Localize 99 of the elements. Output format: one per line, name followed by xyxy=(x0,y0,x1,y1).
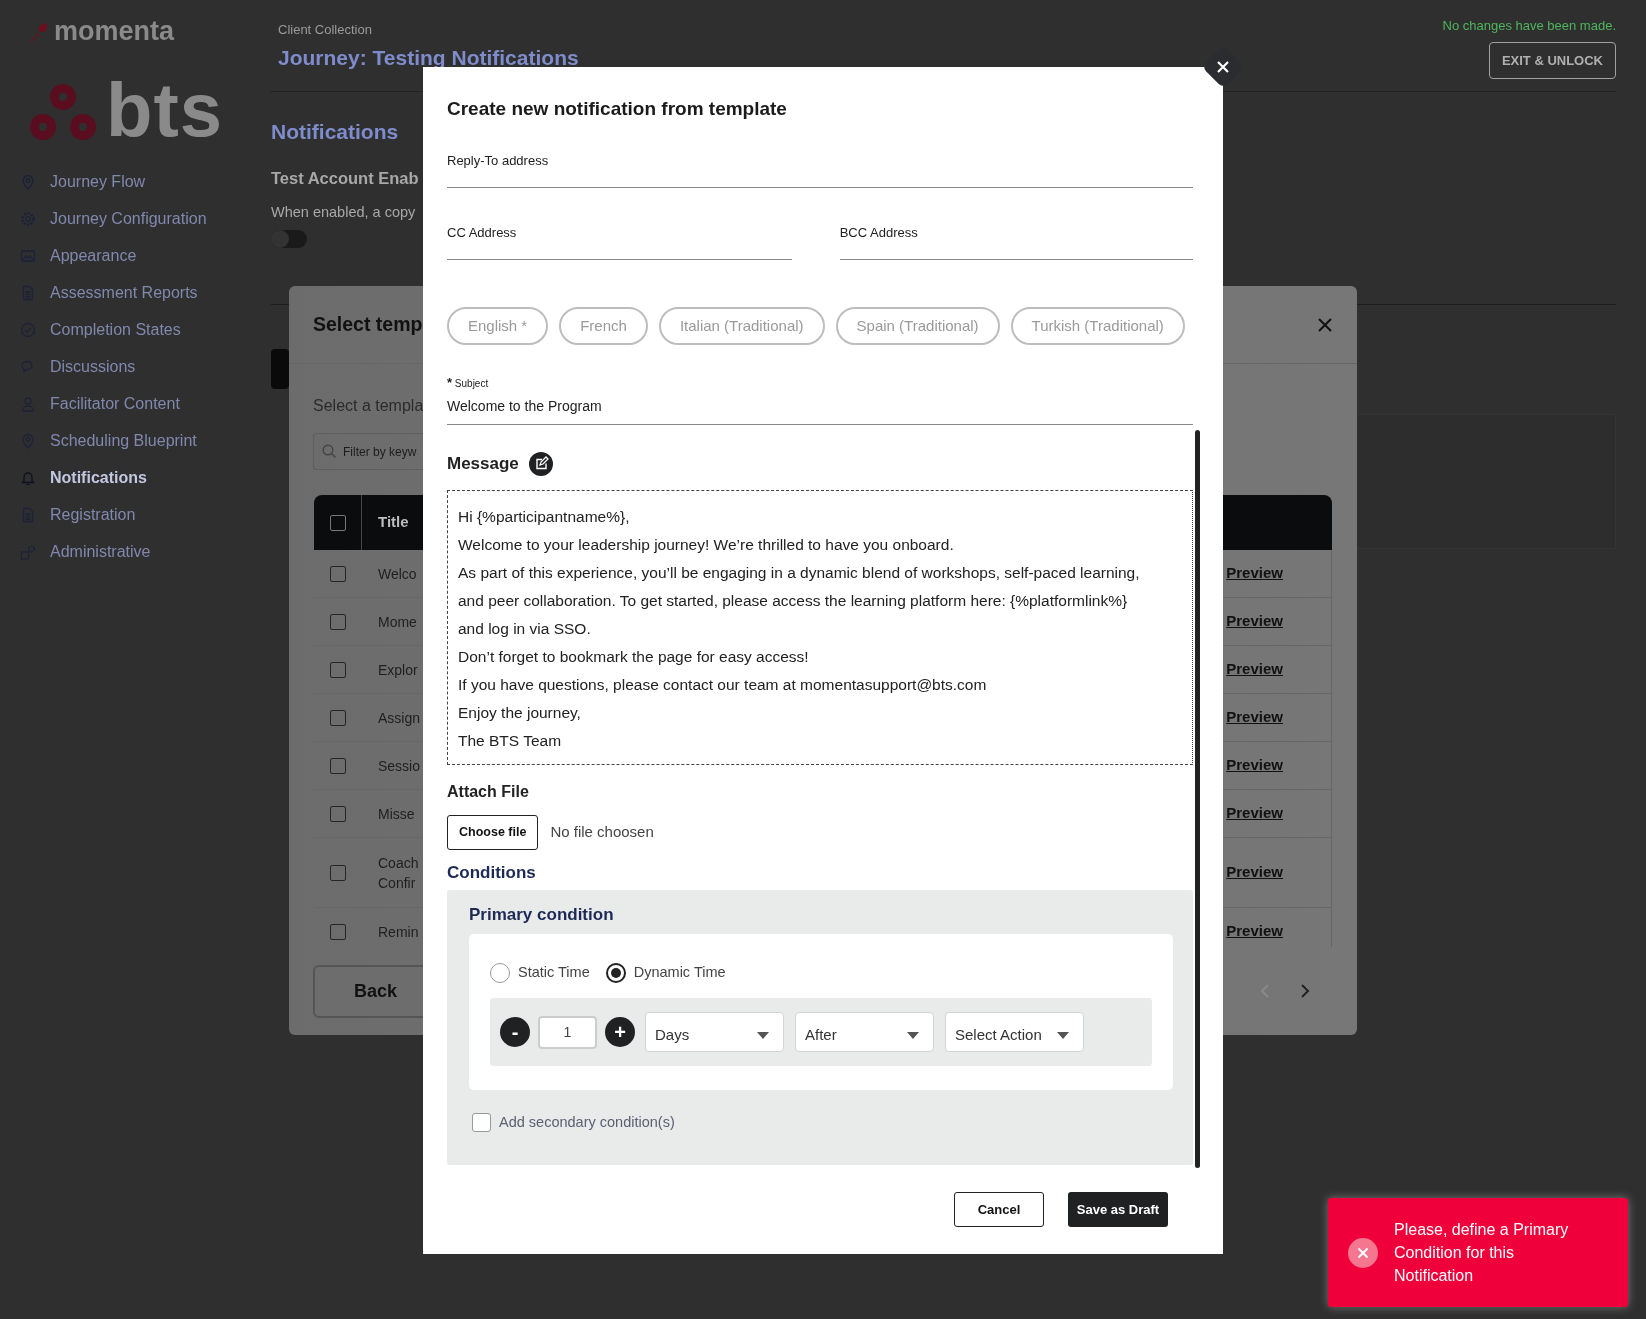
column-header: Title xyxy=(378,512,409,533)
sidebar-item[interactable]: Journey Configuration xyxy=(20,200,207,237)
message-text: Don’t forget to bookmark the page for easy access! xyxy=(458,647,810,667)
table-cell-text: Welco xyxy=(378,564,417,584)
journey-title: Journey: Testing Notifications xyxy=(278,44,579,71)
decrement-button[interactable]: - xyxy=(500,1017,530,1047)
close-circle-icon[interactable] xyxy=(1348,1237,1378,1268)
preview-link[interactable]: Preview xyxy=(1226,562,1283,585)
sidebar-item[interactable]: Completion States xyxy=(20,311,181,348)
table-cell-text: Assign xyxy=(378,708,421,728)
message-text: Hi {%participantname%}, xyxy=(458,507,631,527)
message-text: The BTS Team xyxy=(458,731,563,751)
message-text: If you have questions, please contact our team at momentasupport@bts.com xyxy=(458,675,988,695)
toast-message: Please, define a Primary Condition for this Notification xyxy=(1394,1220,1570,1286)
save-status: No changes have been made. xyxy=(1442,17,1616,35)
message-editor[interactable] xyxy=(447,490,1193,765)
bell-icon xyxy=(20,469,36,486)
section-title: Test Account Enab xyxy=(271,167,419,189)
field-label: Reply-To address xyxy=(447,152,550,170)
preview-link[interactable]: Preview xyxy=(1226,802,1283,825)
sidebar-item[interactable]: Scheduling Blueprint xyxy=(20,422,197,459)
increment-button[interactable]: + xyxy=(605,1017,635,1047)
page-heading: Notifications xyxy=(271,119,399,145)
dialog-title: Select temp xyxy=(313,311,423,337)
comet-icon xyxy=(30,20,50,43)
table-cell-text: Mome xyxy=(378,612,417,632)
caret-icon xyxy=(757,1031,769,1039)
breadcrumb: Client Collection xyxy=(278,21,373,39)
checkbox[interactable] xyxy=(330,805,346,822)
checkbox[interactable] xyxy=(330,757,346,774)
panel-title: Primary condition xyxy=(469,904,615,924)
message-text: Welcome to your leadership journey! We’re thrilled to have you onboard. xyxy=(458,535,955,555)
checkbox[interactable] xyxy=(330,661,346,678)
dialog-title: Create new notification from template xyxy=(447,97,788,121)
message-text: and peer collaboration. To get started, please access the learning platform here: {%platformlink%} xyxy=(458,591,1129,611)
language-tab[interactable]: Italian (Traditional) xyxy=(658,307,825,345)
sidebar-item[interactable]: Discussions xyxy=(20,348,136,385)
checkbox[interactable] xyxy=(330,709,346,726)
sidebar-item[interactable]: Notifications xyxy=(20,459,147,496)
preview-link[interactable]: Preview xyxy=(1226,920,1283,943)
preview-link[interactable]: Preview xyxy=(1226,610,1283,633)
email-link[interactable]: momentasupport@bts.com xyxy=(800,676,987,693)
subject-field[interactable]: Welcome to the Program xyxy=(447,393,1193,425)
client-logo-text: bts xyxy=(106,80,223,141)
table-cell-text: Explor xyxy=(378,660,418,680)
language-tab[interactable]: Spain (Traditional) xyxy=(835,307,1000,345)
language-tab[interactable]: French xyxy=(559,307,648,345)
radio-option[interactable]: Dynamic Time xyxy=(605,962,726,984)
field-label: CC Address xyxy=(447,224,518,242)
table-cell-text: Sessio xyxy=(378,756,421,776)
preview-link[interactable]: Preview xyxy=(1226,754,1283,777)
sidebar-item[interactable]: Administrative xyxy=(20,533,151,570)
section-label: Conditions xyxy=(447,862,537,884)
section-label: Message xyxy=(447,453,519,476)
sidebar-item[interactable]: Assessment Reports xyxy=(20,274,198,311)
table-cell-text: Misse xyxy=(378,804,415,824)
field-label: * Subject xyxy=(447,374,490,387)
preview-link[interactable]: Preview xyxy=(1226,861,1283,884)
checkbox[interactable] xyxy=(330,923,346,940)
checkbox[interactable] xyxy=(330,613,346,630)
dropdown[interactable]: Days xyxy=(645,1012,784,1052)
file-status: No file choosen xyxy=(550,822,654,843)
three-rings-icon xyxy=(30,83,96,141)
instruction-text: Select a templa xyxy=(313,396,424,416)
preview-link[interactable]: Preview xyxy=(1226,706,1283,729)
checkbox[interactable] xyxy=(330,565,346,582)
table-cell-text: Coach Confir xyxy=(378,853,419,893)
search-icon xyxy=(322,444,337,459)
section-label: Attach File xyxy=(447,782,530,802)
count-field[interactable]: 1 xyxy=(538,1015,597,1049)
description: When enabled, a copy xyxy=(271,203,416,223)
message-text: Enjoy the journey, xyxy=(458,703,582,723)
dropdown[interactable]: Select Action xyxy=(945,1012,1084,1052)
sidebar-item[interactable]: Registration xyxy=(20,496,136,533)
toggle-switch[interactable] xyxy=(271,230,307,248)
sidebar-item[interactable]: Facilitator Content xyxy=(20,385,180,422)
caret-icon xyxy=(1057,1031,1069,1039)
sidebar-item[interactable]: Journey Flow xyxy=(20,163,146,200)
field-label: BCC Address xyxy=(839,224,919,242)
message-text: As part of this experience, you’ll be engaging in a dynamic blend of workshops, self-paced learning, xyxy=(458,563,1141,583)
dropdown[interactable]: After xyxy=(795,1012,934,1052)
choose-file-button[interactable]: Choose file xyxy=(447,815,539,850)
radio-option[interactable]: Static Time xyxy=(490,962,590,984)
save-draft-button[interactable]: Save as Draft xyxy=(1068,1192,1168,1227)
preview-link[interactable]: Preview xyxy=(1226,658,1283,681)
scrollbar[interactable] xyxy=(1195,430,1200,1168)
table-cell-text: Remin xyxy=(378,922,419,942)
language-tab[interactable]: English * xyxy=(447,307,549,345)
edit-icon[interactable] xyxy=(528,452,553,476)
exit-button[interactable]: EXIT & UNLOCK xyxy=(1488,41,1616,79)
message-text: and log in via SSO. xyxy=(458,619,592,639)
brand-name: momenta xyxy=(54,18,175,45)
sidebar-item[interactable]: Appearance xyxy=(20,237,137,274)
caret-icon xyxy=(907,1031,919,1039)
checkbox[interactable] xyxy=(330,864,346,881)
cancel-button[interactable]: Cancel xyxy=(954,1192,1044,1227)
language-tab[interactable]: Turkish (Traditional) xyxy=(1010,307,1185,345)
checkbox-option[interactable]: Add secondary condition(s) xyxy=(469,1112,675,1134)
checkbox[interactable] xyxy=(329,514,346,531)
